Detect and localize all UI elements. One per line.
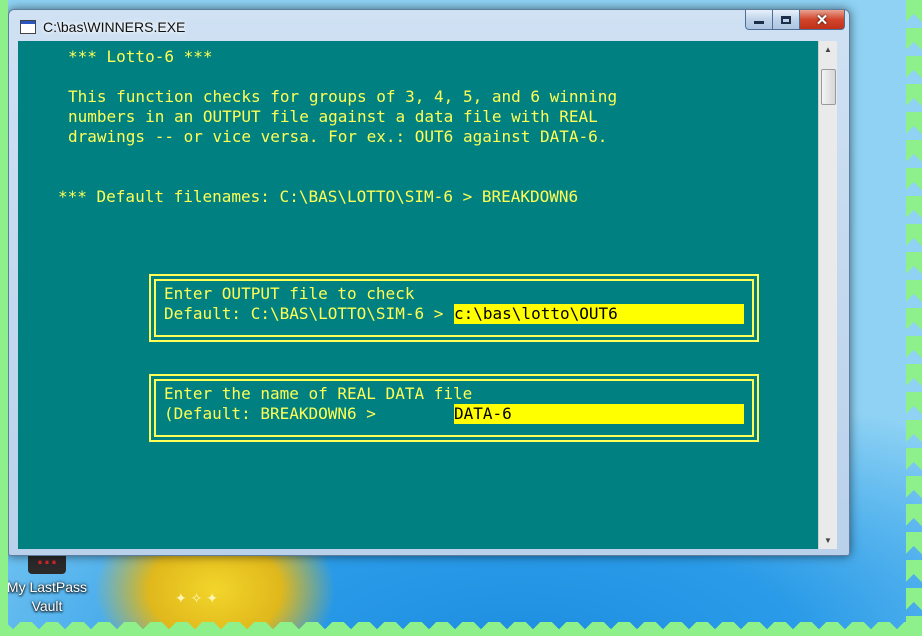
close-button[interactable]: ✕ <box>800 10 845 30</box>
console-app-icon[interactable] <box>20 20 36 34</box>
description-line-3: drawings -- or vice versa. For ex.: OUT6… <box>68 127 608 146</box>
desktop-icon-label-line1: My LastPass <box>6 579 88 595</box>
desktop-icon-label-line2: Vault <box>31 598 63 614</box>
caption-buttons: ✕ <box>745 10 845 30</box>
data-prompt-label: Enter the name of REAL DATA file <box>164 384 473 403</box>
default-filenames-line: *** Default filenames: C:\BAS\LOTTO\SIM-… <box>58 187 579 206</box>
scrollbar-thumb[interactable] <box>821 69 836 105</box>
console-window[interactable]: C:\bas\WINNERS.EXE ✕ *** Lotto-6 *** Thi… <box>8 9 850 556</box>
minimize-icon <box>754 21 764 24</box>
scroll-down-arrow-icon[interactable]: ▼ <box>819 532 837 549</box>
data-file-input[interactable]: DATA-6 <box>454 404 744 424</box>
program-header: *** Lotto-6 *** <box>68 47 213 66</box>
minimize-button[interactable] <box>745 10 773 30</box>
scroll-up-arrow-icon[interactable]: ▲ <box>819 41 837 58</box>
output-default-label: Default: C:\BAS\LOTTO\SIM-6 > <box>164 304 444 323</box>
output-file-prompt-box: Enter OUTPUT file to check Default: C:\B… <box>149 274 759 342</box>
wallpaper-sparkle-icon: ✦ ✧ ✦ <box>175 590 218 606</box>
output-file-input[interactable]: c:\bas\lotto\OUT6 <box>454 304 744 324</box>
data-file-prompt-box: Enter the name of REAL DATA file (Defaul… <box>149 374 759 442</box>
data-default-label: (Default: BREAKDOWN6 > <box>164 404 376 423</box>
vertical-scrollbar[interactable]: ▲ ▼ <box>818 41 837 549</box>
close-icon: ✕ <box>815 11 829 29</box>
console-area[interactable]: *** Lotto-6 *** This function checks for… <box>18 41 818 549</box>
desktop-icon-label: My LastPass Vault <box>6 578 88 616</box>
output-prompt-label: Enter OUTPUT file to check <box>164 284 415 303</box>
window-title: C:\bas\WINNERS.EXE <box>43 19 186 35</box>
maximize-button[interactable] <box>773 10 800 30</box>
maximize-icon <box>781 15 791 24</box>
description-line-2: numbers in an OUTPUT file against a data… <box>68 107 598 126</box>
description-line-1: This function checks for groups of 3, 4,… <box>68 87 618 106</box>
